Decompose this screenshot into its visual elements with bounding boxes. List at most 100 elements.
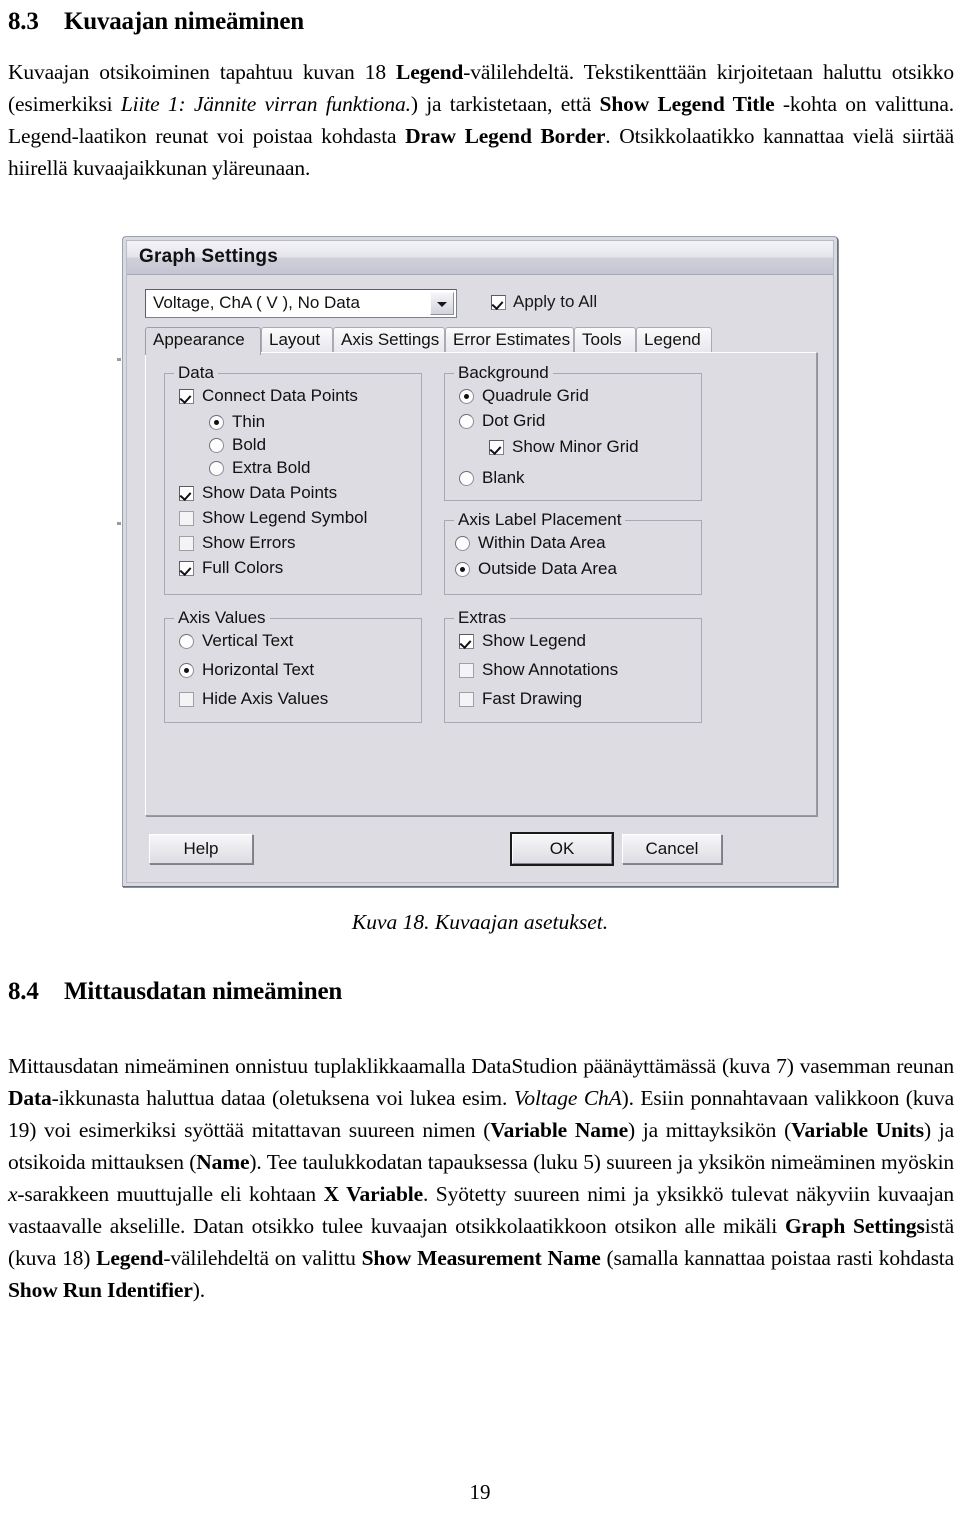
ok-button-label: OK	[549, 839, 575, 858]
tab-tools[interactable]: Tools	[574, 327, 636, 353]
tab-layout[interactable]: Layout	[261, 327, 333, 353]
option-hide-axis-values[interactable]: Hide Axis Values	[179, 689, 328, 709]
show-annotations-checkbox[interactable]	[459, 662, 474, 678]
apply-to-all-label: Apply to All	[513, 292, 598, 311]
tab-tools-label: Tools	[582, 330, 622, 349]
page-title-8-4: 8.4 Mittausdatan nimeäminen	[8, 978, 952, 1006]
horizontal-text-label: Horizontal Text	[202, 660, 315, 679]
tab-layout-label: Layout	[269, 330, 321, 349]
section-title-8-3: Kuvaajan nimeäminen	[64, 8, 304, 35]
within-data-area-label: Within Data Area	[478, 533, 606, 552]
paragraph-8-3: Kuvaajan otsikoiminen tapahtuu kuvan 18 …	[8, 60, 954, 180]
tab-legend[interactable]: Legend	[636, 327, 712, 353]
option-show-data-points[interactable]: Show Data Points	[179, 483, 337, 503]
figure-caption: Kuva 18. Kuvaajan asetukset.	[351, 910, 609, 934]
vertical-text-radio[interactable]	[179, 633, 194, 649]
vertical-text-label: Vertical Text	[202, 631, 294, 650]
group-background: Background Quadrule Grid Dot Grid Show M…	[444, 363, 702, 501]
tab-error-estimates[interactable]: Error Estimates	[445, 327, 574, 353]
quadrule-grid-label: Quadrule Grid	[482, 386, 589, 405]
outside-data-area-radio[interactable]	[455, 561, 470, 577]
group-data: Data Connect Data Points Thin Bold Extra…	[164, 363, 422, 595]
ok-button[interactable]: OK	[510, 832, 614, 866]
option-show-errors[interactable]: Show Errors	[179, 533, 296, 553]
option-quadrule-grid[interactable]: Quadrule Grid	[459, 386, 589, 406]
option-fast-drawing[interactable]: Fast Drawing	[459, 689, 582, 709]
option-vertical-text[interactable]: Vertical Text	[179, 631, 293, 651]
show-data-points-checkbox[interactable]	[179, 485, 194, 501]
section-number-8-3: 8.3	[8, 8, 39, 35]
blank-radio[interactable]	[459, 470, 474, 486]
within-data-area-radio[interactable]	[455, 535, 470, 551]
bold-radio[interactable]	[209, 437, 224, 453]
tab-axis-settings[interactable]: Axis Settings	[333, 327, 445, 353]
show-legend-symbol-label: Show Legend Symbol	[202, 508, 368, 527]
show-legend-symbol-checkbox[interactable]	[179, 510, 194, 526]
option-connect-data-points[interactable]: Connect Data Points	[179, 386, 358, 406]
page-number: 19	[469, 1480, 491, 1504]
blank-label: Blank	[482, 468, 525, 487]
extra-bold-radio[interactable]	[209, 460, 224, 476]
option-show-minor-grid[interactable]: Show Minor Grid	[489, 437, 639, 457]
thin-label: Thin	[232, 412, 266, 431]
thin-radio[interactable]	[209, 414, 224, 430]
option-horizontal-text[interactable]: Horizontal Text	[179, 660, 314, 680]
data-source-combo[interactable]: Voltage, ChA ( V ), No Data	[145, 289, 457, 318]
tab-appearance-label: Appearance	[153, 330, 245, 349]
option-thin[interactable]: Thin	[209, 412, 265, 432]
group-background-label: Background	[454, 363, 553, 383]
show-minor-grid-label: Show Minor Grid	[512, 437, 639, 456]
option-show-legend-symbol[interactable]: Show Legend Symbol	[179, 508, 367, 528]
cancel-button[interactable]: Cancel	[622, 834, 722, 864]
help-button-label: Help	[183, 839, 219, 858]
option-within-data-area[interactable]: Within Data Area	[455, 533, 606, 553]
option-dot-grid[interactable]: Dot Grid	[459, 411, 545, 431]
paragraph-8-4: Mittausdatan nimeäminen onnistuu tuplakl…	[8, 1054, 955, 1302]
page-title-8-3: 8.3 Kuvaajan nimeäminen	[8, 8, 952, 36]
group-axis-values: Axis Values Vertical Text Horizontal Tex…	[164, 608, 422, 723]
dot-grid-radio[interactable]	[459, 413, 474, 429]
tab-appearance[interactable]: Appearance	[145, 327, 261, 355]
hide-axis-values-label: Hide Axis Values	[202, 689, 329, 708]
help-button[interactable]: Help	[149, 834, 253, 864]
option-extra-bold[interactable]: Extra Bold	[209, 458, 310, 478]
show-annotations-label: Show Annotations	[482, 660, 619, 679]
show-data-points-label: Show Data Points	[202, 483, 338, 502]
group-axis-values-label: Axis Values	[174, 608, 270, 628]
full-colors-label: Full Colors	[202, 558, 284, 577]
tab-legend-label: Legend	[644, 330, 701, 349]
option-outside-data-area[interactable]: Outside Data Area	[455, 559, 617, 579]
figure-graph-settings-screenshot: Graph Settings Voltage, ChA ( V ), No Da…	[117, 236, 838, 887]
chevron-down-icon[interactable]	[430, 292, 454, 315]
data-source-combo-value: Voltage, ChA ( V ), No Data	[153, 293, 360, 312]
dialog-client-area: Voltage, ChA ( V ), No Data Apply to All…	[127, 275, 833, 882]
fast-drawing-checkbox[interactable]	[459, 691, 474, 707]
option-full-colors[interactable]: Full Colors	[179, 558, 283, 578]
tab-error-estimates-label: Error Estimates	[453, 330, 571, 349]
show-minor-grid-checkbox[interactable]	[489, 439, 504, 455]
show-legend-checkbox[interactable]	[459, 633, 474, 649]
outside-data-area-label: Outside Data Area	[478, 559, 617, 578]
scan-artifact	[117, 522, 121, 525]
option-bold[interactable]: Bold	[209, 435, 266, 455]
connect-data-points-label: Connect Data Points	[202, 386, 358, 405]
show-legend-label: Show Legend	[482, 631, 586, 650]
option-blank[interactable]: Blank	[459, 468, 525, 488]
quadrule-grid-radio[interactable]	[459, 388, 474, 404]
option-show-annotations[interactable]: Show Annotations	[459, 660, 618, 680]
group-axis-label-placement-label: Axis Label Placement	[454, 510, 626, 530]
section-number-8-4: 8.4	[8, 978, 39, 1005]
document-page: 8.3 Kuvaajan nimeäminen Kuvaajan otsikoim…	[0, 0, 960, 1534]
full-colors-checkbox[interactable]	[179, 560, 194, 576]
bold-label: Bold	[232, 435, 267, 454]
apply-to-all-checkbox-box[interactable]	[491, 294, 506, 310]
show-errors-checkbox[interactable]	[179, 535, 194, 551]
connect-data-points-checkbox[interactable]	[179, 388, 194, 404]
appearance-tab-panel: Data Connect Data Points Thin Bold Extra…	[145, 352, 817, 816]
hide-axis-values-checkbox[interactable]	[179, 691, 194, 707]
horizontal-text-radio[interactable]	[179, 662, 194, 678]
apply-to-all-checkbox[interactable]: Apply to All	[491, 292, 597, 312]
cancel-button-label: Cancel	[645, 839, 699, 858]
group-extras-label: Extras	[454, 608, 511, 628]
option-show-legend[interactable]: Show Legend	[459, 631, 586, 651]
